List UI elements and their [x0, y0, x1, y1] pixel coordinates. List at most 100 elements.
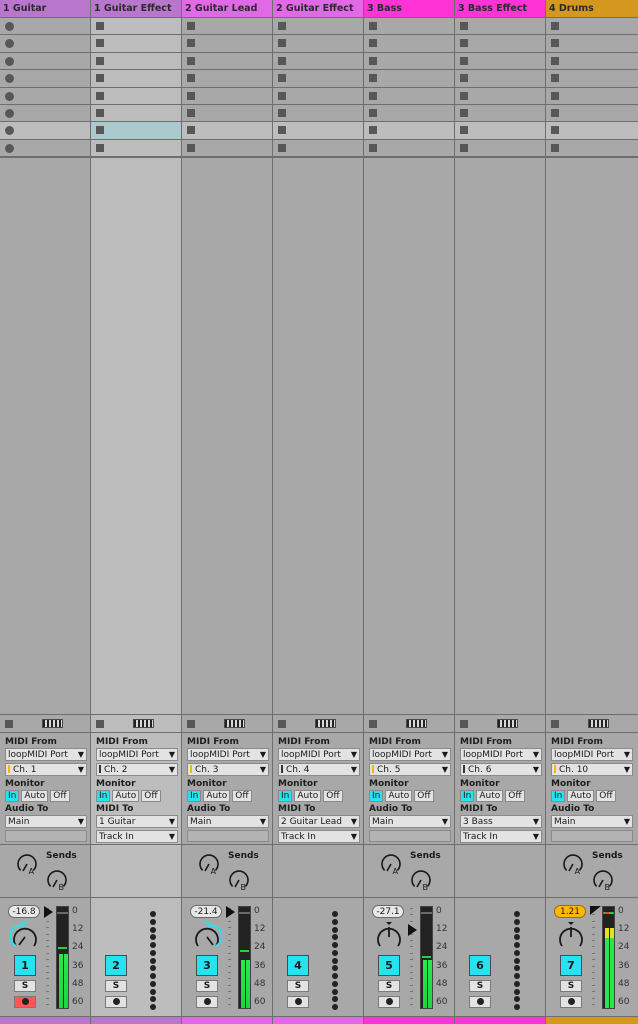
clip-slot[interactable] [273, 140, 363, 158]
clip-slot[interactable] [182, 18, 272, 36]
track-activator-button[interactable]: 1 [14, 955, 36, 976]
clip-slot[interactable] [546, 53, 638, 71]
arm-button[interactable] [196, 996, 218, 1008]
track-title[interactable]: 2 Guitar Lead [182, 0, 272, 18]
output-channel-dropdown[interactable]: Track In ▼ [278, 830, 360, 843]
volume-fader-handle[interactable] [226, 906, 235, 918]
send-b-knob[interactable]: B [228, 869, 250, 892]
monitor-off-button[interactable]: Off [232, 790, 252, 802]
stop-button-icon[interactable] [187, 56, 195, 65]
stop-button-icon[interactable] [551, 91, 559, 100]
stop-button-icon[interactable] [369, 56, 377, 65]
stop-button-icon[interactable] [369, 143, 377, 152]
stop-button-icon[interactable] [551, 126, 559, 135]
volume-fader-handle[interactable] [44, 906, 53, 918]
solo-button[interactable]: S [560, 980, 582, 992]
arm-button[interactable] [469, 996, 491, 1008]
track-activator-button[interactable]: 6 [469, 955, 491, 976]
arm-button[interactable] [14, 996, 36, 1008]
clip-slot[interactable] [0, 122, 90, 140]
volume-fader-handle[interactable] [590, 906, 601, 915]
clip-slot[interactable] [91, 88, 181, 105]
send-a-knob[interactable]: A [380, 853, 402, 876]
clip-slot[interactable] [0, 53, 90, 71]
clip-slot[interactable] [455, 18, 545, 36]
pan-knob[interactable] [556, 922, 586, 952]
stop-button-icon[interactable] [96, 143, 104, 152]
clip-slot[interactable] [0, 88, 90, 105]
stop-button-icon[interactable] [96, 126, 104, 135]
arm-button[interactable] [105, 996, 127, 1008]
track-activator-button[interactable]: 5 [378, 955, 400, 976]
track-title[interactable]: 4 Drums [546, 0, 638, 18]
drop-area[interactable] [182, 157, 272, 714]
monitor-auto-button[interactable]: Auto [476, 790, 504, 802]
midi-from-dropdown[interactable]: loopMIDI Port ▼ [460, 748, 542, 761]
monitor-auto-button[interactable]: Auto [21, 790, 49, 802]
clip-slot[interactable] [546, 105, 638, 123]
record-button-icon[interactable] [5, 56, 14, 66]
clip-slot[interactable] [546, 70, 638, 88]
clip-slot[interactable] [91, 105, 181, 123]
clip-slot[interactable] [182, 105, 272, 123]
volume-readout[interactable]: -21.4 [190, 905, 222, 918]
monitor-in-button[interactable]: In [551, 790, 566, 802]
track-title[interactable]: 1 Guitar [0, 0, 90, 18]
clip-slot[interactable] [364, 35, 454, 53]
output-channel-dropdown[interactable]: Track In ▼ [460, 830, 542, 843]
clip-slot[interactable] [364, 105, 454, 123]
clip-slot[interactable] [364, 70, 454, 88]
stop-button-icon[interactable] [187, 108, 195, 117]
stop-button-icon[interactable] [551, 56, 559, 65]
stop-button-icon[interactable] [187, 91, 195, 100]
stop-button-icon[interactable] [369, 22, 377, 30]
stop-button-icon[interactable] [460, 143, 468, 152]
stop-button-icon[interactable] [551, 74, 559, 83]
clip-slot[interactable] [91, 35, 181, 53]
output-dropdown[interactable]: 3 Bass ▼ [460, 815, 542, 828]
clip-slot[interactable] [273, 18, 363, 36]
stop-clips-icon[interactable] [96, 720, 104, 728]
clip-slot[interactable] [364, 18, 454, 36]
stop-button-icon[interactable] [96, 91, 104, 100]
monitor-in-button[interactable]: In [96, 790, 111, 802]
track-activator-button[interactable]: 7 [560, 955, 582, 976]
clip-slot[interactable] [546, 122, 638, 140]
track-activator-button[interactable]: 3 [196, 955, 218, 976]
clip-slot[interactable] [364, 88, 454, 105]
clip-slot[interactable] [364, 122, 454, 140]
midi-from-dropdown[interactable]: loopMIDI Port ▼ [96, 748, 178, 761]
clip-slot[interactable] [182, 140, 272, 158]
stop-button-icon[interactable] [369, 126, 377, 135]
clip-slot[interactable] [273, 88, 363, 105]
clip-slot[interactable] [546, 35, 638, 53]
record-button-icon[interactable] [5, 108, 14, 118]
clip-slot[interactable] [182, 122, 272, 140]
clip-slot[interactable] [91, 53, 181, 71]
midi-from-dropdown[interactable]: loopMIDI Port ▼ [5, 748, 87, 761]
drop-area[interactable] [0, 157, 90, 714]
stop-button-icon[interactable] [460, 56, 468, 65]
monitor-in-button[interactable]: In [5, 790, 20, 802]
clip-slot[interactable] [546, 18, 638, 36]
stop-button-icon[interactable] [460, 126, 468, 135]
monitor-auto-button[interactable]: Auto [385, 790, 413, 802]
record-button-icon[interactable] [5, 91, 14, 101]
clip-slot[interactable] [0, 140, 90, 158]
record-button-icon[interactable] [5, 126, 14, 136]
stop-button-icon[interactable] [460, 22, 468, 30]
stop-button-icon[interactable] [96, 108, 104, 117]
clip-slot[interactable] [546, 140, 638, 158]
pan-knob[interactable] [9, 922, 40, 952]
monitor-in-button[interactable]: In [460, 790, 475, 802]
volume-readout[interactable]: -16.8 [8, 905, 40, 918]
stop-button-icon[interactable] [96, 56, 104, 65]
clip-slot[interactable] [0, 35, 90, 53]
clip-slot[interactable] [364, 53, 454, 71]
track-title[interactable]: 3 Bass Effect [455, 0, 545, 18]
clip-slot[interactable] [91, 122, 181, 140]
arm-button[interactable] [560, 996, 582, 1008]
stop-button-icon[interactable] [369, 74, 377, 83]
monitor-in-button[interactable]: In [278, 790, 293, 802]
solo-button[interactable]: S [287, 980, 309, 992]
